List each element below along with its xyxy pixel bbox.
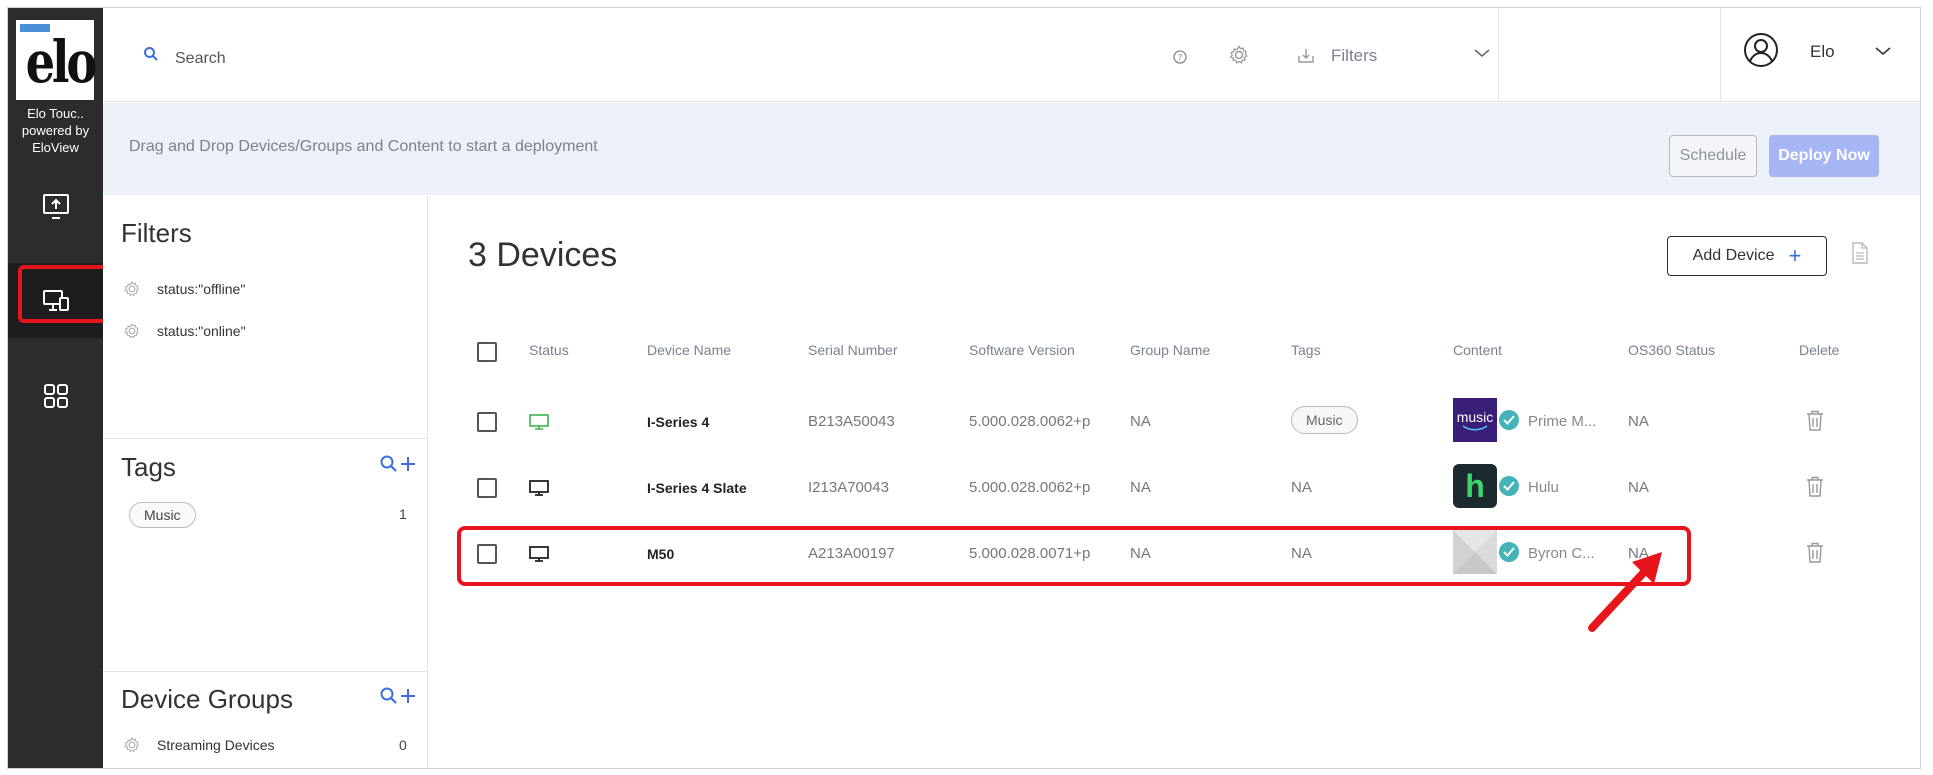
chevron-down-icon xyxy=(1474,49,1490,57)
column-header-serial-number[interactable]: Serial Number xyxy=(808,342,897,358)
column-header-status[interactable]: Status xyxy=(529,342,569,358)
filters-dropdown-label: Filters xyxy=(1331,46,1378,65)
schedule-button[interactable]: Schedule xyxy=(1669,135,1757,177)
plus-icon: + xyxy=(1788,243,1802,268)
software-version: 5.000.028.0062+p xyxy=(969,413,1091,430)
gear-icon[interactable] xyxy=(123,736,141,754)
side-panel: Filters status:"offline" status:"online"… xyxy=(103,196,428,768)
download-icon xyxy=(1298,49,1314,63)
filter-item[interactable]: status:"offline" xyxy=(123,280,245,298)
software-version: 5.000.028.0062+p xyxy=(969,479,1091,496)
rail-content-button[interactable] xyxy=(8,358,103,433)
search-input[interactable] xyxy=(175,44,675,74)
search-icon[interactable] xyxy=(143,46,159,62)
deploy-now-button[interactable]: Deploy Now xyxy=(1769,135,1879,177)
content-deployed-check-icon xyxy=(1499,476,1519,496)
pointer-arrow-icon xyxy=(1588,552,1662,632)
os360-status: NA xyxy=(1628,479,1649,496)
column-header-device-name[interactable]: Device Name xyxy=(647,342,731,358)
add-tag-icon[interactable] xyxy=(399,455,417,473)
search-tags-icon[interactable] xyxy=(379,454,399,474)
upload-screen-icon xyxy=(42,193,69,219)
gear-icon[interactable] xyxy=(123,322,141,340)
add-group-icon[interactable] xyxy=(399,687,417,705)
filters-dropdown[interactable]: Filters xyxy=(1297,38,1502,74)
row-tag-pill[interactable]: Music xyxy=(1291,406,1358,434)
os360-status: NA xyxy=(1628,413,1649,430)
add-device-label: Add Device xyxy=(1692,247,1775,264)
devices-highlight-box xyxy=(18,265,108,323)
column-header-tags[interactable]: Tags xyxy=(1291,342,1321,358)
delete-trash-icon[interactable] xyxy=(1806,476,1824,498)
search-groups-icon[interactable] xyxy=(379,686,399,706)
top-bar: ? Filters Elo xyxy=(103,8,1920,102)
content-name: Hulu xyxy=(1528,479,1559,496)
document-export-icon[interactable] xyxy=(1851,242,1869,264)
deployment-banner: Drag and Drop Devices/Groups and Content… xyxy=(103,103,1920,195)
topbar-divider xyxy=(1720,8,1721,102)
content-name: Prime M... xyxy=(1528,413,1597,430)
brand-name: Elo Touc.. powered by EloView xyxy=(21,106,90,155)
logo-text: elo xyxy=(25,28,98,96)
device-name[interactable]: I-Series 4 Slate xyxy=(647,480,747,496)
group-name: NA xyxy=(1130,413,1151,430)
serial-number: I213A70043 xyxy=(808,479,889,496)
device-name[interactable]: I-Series 4 xyxy=(647,414,709,430)
thumbnail-label: music xyxy=(1456,409,1494,425)
content-deployed-check-icon xyxy=(1499,410,1519,430)
grid-icon xyxy=(43,383,68,408)
left-rail: elo Elo Touc.. powered by EloView xyxy=(8,8,103,768)
user-avatar-icon[interactable] xyxy=(1743,32,1779,68)
svg-text:?: ? xyxy=(1178,54,1183,64)
deployment-hint-text: Drag and Drop Devices/Groups and Content… xyxy=(129,138,598,155)
group-name: NA xyxy=(1130,479,1151,496)
add-device-button[interactable]: Add Device + xyxy=(1667,236,1827,276)
page-title: 3 Devices xyxy=(468,236,618,274)
group-label: Streaming Devices xyxy=(157,737,275,753)
amazon-music-thumbnail[interactable]: music xyxy=(1453,398,1497,442)
divider xyxy=(103,671,428,672)
tag-count: 1 xyxy=(399,506,407,522)
user-name[interactable]: Elo xyxy=(1810,42,1835,62)
divider xyxy=(103,438,428,439)
column-header-group-name[interactable]: Group Name xyxy=(1130,342,1210,358)
app-window: elo Elo Touc.. powered by EloView Search… xyxy=(7,7,1921,769)
groups-actions xyxy=(379,686,417,706)
elo-logo: elo xyxy=(16,20,98,100)
monitor-online-icon xyxy=(529,414,549,430)
topbar-divider xyxy=(1498,8,1499,102)
delete-trash-icon[interactable] xyxy=(1806,542,1824,564)
row-tags: NA xyxy=(1291,479,1312,496)
tags-title: Tags xyxy=(121,452,176,482)
tag-chip[interactable]: Music xyxy=(129,502,196,528)
smile-arrow-icon xyxy=(1462,425,1488,431)
select-all-checkbox[interactable] xyxy=(477,342,497,362)
group-item[interactable]: Streaming Devices xyxy=(123,736,275,754)
filter-item[interactable]: status:"online" xyxy=(123,322,246,340)
tags-actions xyxy=(379,454,417,474)
delete-trash-icon[interactable] xyxy=(1806,410,1824,432)
device-groups-title: Device Groups xyxy=(121,684,293,714)
column-header-delete: Delete xyxy=(1799,342,1840,358)
column-header-content[interactable]: Content xyxy=(1453,342,1502,358)
settings-gear-icon[interactable] xyxy=(1228,44,1250,66)
thumbnail-label: h xyxy=(1465,467,1485,504)
user-menu-chevron-icon[interactable] xyxy=(1875,46,1891,56)
row-checkbox[interactable] xyxy=(477,478,497,498)
filter-label: status:"offline" xyxy=(157,281,246,297)
monitor-offline-icon xyxy=(529,480,549,496)
hulu-thumbnail[interactable]: h xyxy=(1453,464,1497,508)
column-header-software-version[interactable]: Software Version xyxy=(969,342,1075,358)
filter-label: status:"online" xyxy=(157,323,246,339)
gear-icon[interactable] xyxy=(123,280,141,298)
devices-main: 3 Devices Add Device + Status Device Nam… xyxy=(429,196,1920,768)
serial-number: B213A50043 xyxy=(808,413,895,430)
filters-title: Filters xyxy=(121,218,192,248)
row-highlight-box xyxy=(457,526,1691,586)
rail-deploy-button[interactable] xyxy=(8,168,103,243)
column-header-os360-status[interactable]: OS360 Status xyxy=(1628,342,1715,358)
help-icon[interactable]: ? xyxy=(1173,50,1187,64)
row-checkbox[interactable] xyxy=(477,412,497,432)
group-count: 0 xyxy=(399,737,407,753)
